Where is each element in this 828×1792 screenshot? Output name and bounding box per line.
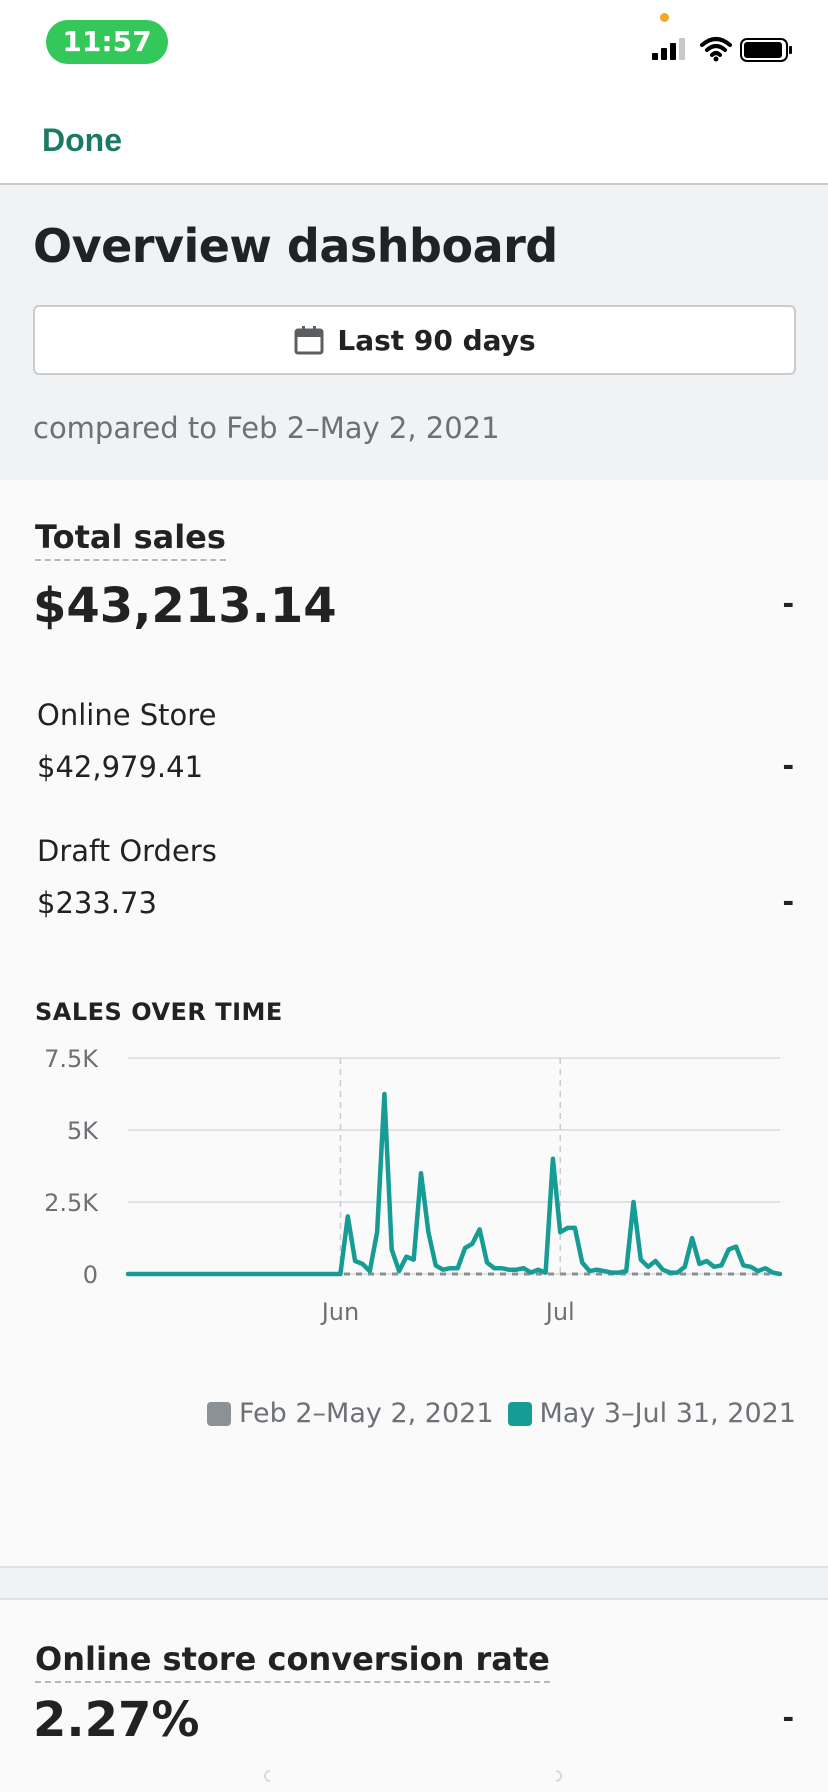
x-tick-label: Jul bbox=[544, 1298, 575, 1326]
date-range-button[interactable]: Last 90 days bbox=[33, 305, 796, 375]
online-store-value: $42,979.41 bbox=[37, 750, 204, 784]
legend-swatch-current bbox=[507, 1401, 532, 1426]
total-sales-heading[interactable]: Total sales bbox=[35, 518, 226, 561]
conversion-rate-value: 2.27% bbox=[33, 1692, 200, 1748]
draft-orders-change: - bbox=[782, 882, 794, 920]
x-tick-label: Jun bbox=[320, 1298, 360, 1326]
y-tick-label: 5K bbox=[67, 1117, 99, 1145]
nav-header: Done bbox=[0, 88, 828, 185]
status-time: 11:57 bbox=[46, 20, 168, 64]
total-sales-card: Total sales $43,213.14 - Online Store $4… bbox=[0, 480, 828, 1568]
battery-icon bbox=[740, 38, 792, 62]
legend-label-previous: Feb 2–May 2, 2021 bbox=[238, 1398, 494, 1429]
conversion-rate-heading[interactable]: Online store conversion rate bbox=[35, 1640, 550, 1683]
conversion-rate-change: - bbox=[782, 1698, 794, 1736]
privacy-indicator-icon bbox=[660, 13, 669, 22]
calendar-icon bbox=[294, 326, 324, 355]
conversion-rate-card: Online store conversion rate 2.27% - bbox=[0, 1598, 828, 1792]
wifi-icon bbox=[700, 37, 732, 62]
y-tick-label: 0 bbox=[83, 1261, 98, 1289]
date-range-label: Last 90 days bbox=[337, 323, 536, 357]
sales-over-time-chart: 7.5K 5K 2.5K 0 Jun Jul bbox=[0, 1040, 828, 1380]
signal-icon bbox=[652, 38, 685, 60]
chart-legend: Feb 2–May 2, 2021 May 3–Jul 31, 2021 bbox=[206, 1398, 796, 1429]
draft-orders-value: $233.73 bbox=[37, 886, 157, 920]
legend-item-previous: Feb 2–May 2, 2021 bbox=[206, 1398, 494, 1429]
scroll-hint-left bbox=[264, 1770, 270, 1782]
sales-over-time-heading: SALES OVER TIME bbox=[35, 998, 283, 1026]
y-tick-label: 2.5K bbox=[44, 1189, 99, 1217]
legend-label-current: May 3–Jul 31, 2021 bbox=[539, 1398, 796, 1429]
legend-swatch-previous bbox=[206, 1401, 231, 1426]
done-button[interactable]: Done bbox=[42, 122, 122, 159]
online-store-label: Online Store bbox=[37, 698, 217, 732]
status-bar: 11:57 bbox=[0, 0, 828, 88]
y-tick-label: 7.5K bbox=[44, 1045, 99, 1073]
comparison-text: compared to Feb 2–May 2, 2021 bbox=[33, 411, 500, 445]
online-store-change: - bbox=[782, 746, 794, 784]
draft-orders-label: Draft Orders bbox=[37, 834, 217, 868]
legend-item-current: May 3–Jul 31, 2021 bbox=[507, 1398, 796, 1429]
total-sales-change: - bbox=[782, 584, 794, 622]
sales-chart-svg: 7.5K 5K 2.5K 0 Jun Jul bbox=[44, 1045, 783, 1326]
page-title: Overview dashboard bbox=[33, 219, 558, 273]
total-sales-value: $43,213.14 bbox=[33, 578, 337, 634]
dashboard-header: Overview dashboard Last 90 days compared… bbox=[0, 185, 828, 480]
series-line-current bbox=[125, 1091, 783, 1277]
scroll-hint-right bbox=[556, 1770, 562, 1782]
